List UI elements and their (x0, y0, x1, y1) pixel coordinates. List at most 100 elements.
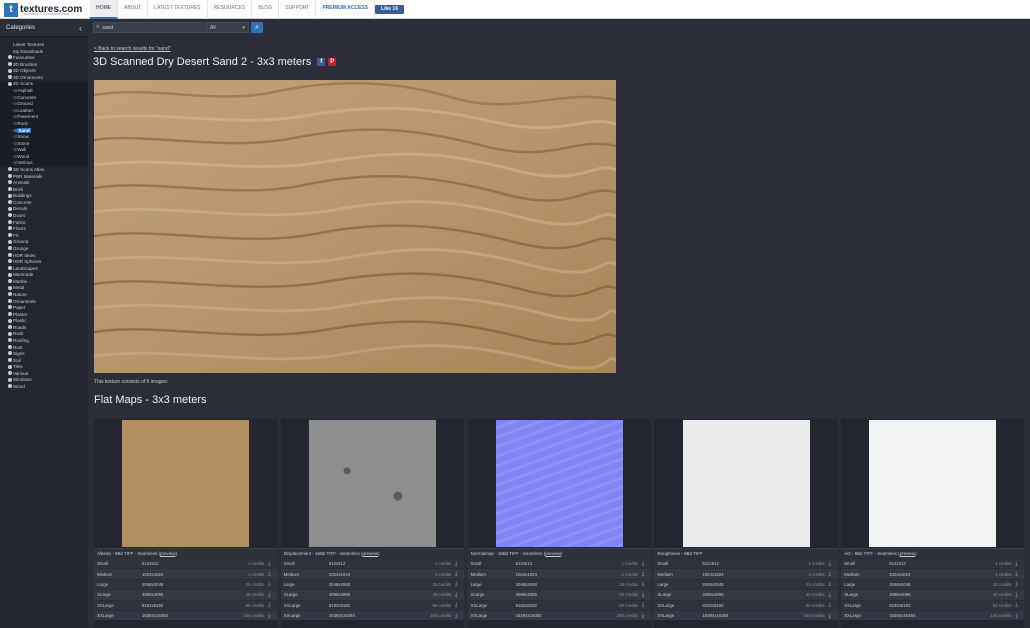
back-to-results-link[interactable]: < Back to search results for "sand" (94, 46, 171, 52)
sidebar-item-landscapes[interactable]: Landscapes (0, 266, 88, 273)
download-icon[interactable]: ⤓ (642, 581, 648, 587)
download-icon[interactable]: ⤓ (1015, 592, 1021, 598)
download-icon[interactable]: ⤓ (268, 561, 274, 567)
size-row[interactable]: Large 2048x2048 25 credits ⤓ (94, 578, 278, 590)
size-row[interactable]: XXLarge 8192x8192 80 credits ⤓ (94, 599, 278, 610)
sidebar-item-decals[interactable]: Decals (0, 206, 88, 213)
pinterest-share-icon[interactable]: P (328, 58, 337, 66)
site-logo[interactable]: t textures.com formerly CGTextures.com (4, 1, 82, 18)
size-row[interactable]: Medium 1024x1024 1 credits ⤓ (467, 568, 651, 579)
size-row[interactable]: XXLarge 16384x16384 160 credits ⤓ (280, 609, 465, 621)
sidebar-item-my-downloads[interactable]: My Downloads (0, 49, 88, 56)
preview-link[interactable]: preview (900, 551, 916, 556)
size-row[interactable]: XXLarge 8192x8192 80 credits ⤓ (280, 599, 465, 610)
nav-item-blog[interactable]: BLOG (252, 0, 280, 19)
download-icon[interactable]: ⤓ (1015, 602, 1021, 608)
size-row[interactable]: XXLarge 8192x8192 80 credits ⤓ (654, 599, 838, 610)
sidebar-item-soil[interactable]: Soil (0, 358, 88, 365)
size-row[interactable]: XXLarge 16384x16384 160 credits ⤓ (94, 609, 278, 621)
sidebar-item-wall[interactable]: -⊙Wall (0, 147, 88, 154)
download-icon[interactable]: ⤓ (829, 592, 835, 598)
download-icon[interactable]: ⤓ (642, 561, 648, 567)
sidebar-item-tiles[interactable]: Tiles (0, 364, 88, 371)
sidebar-item-concrete[interactable]: -⊙Concrete (0, 94, 88, 102)
sidebar-item-brick[interactable]: Brick (0, 187, 88, 194)
download-icon[interactable]: ⤓ (455, 561, 461, 567)
preview-link[interactable]: preview (363, 551, 379, 556)
size-row[interactable]: Small 512x512 1 credits ⤓ (654, 558, 838, 569)
sidebar-item-wood[interactable]: -⊙Wood (0, 153, 88, 161)
sidebar-item-favourites[interactable]: Favourites (0, 55, 88, 62)
size-row[interactable]: Small 512x512 1 credits ⤓ (94, 558, 278, 569)
sidebar-item-3d-objects[interactable]: 3D Objects (0, 68, 88, 75)
sidebar-item-fabric[interactable]: Fabric (0, 220, 88, 227)
size-row[interactable]: XLarge 4096x4096 40 credits ⤓ (280, 589, 465, 600)
preview-link[interactable]: preview (160, 551, 176, 556)
download-icon[interactable]: ⤓ (829, 571, 835, 577)
sidebar-item-floors[interactable]: Floors (0, 226, 88, 233)
size-row[interactable]: XXLarge 16384x16384 160 credits ⤓ (841, 609, 1025, 621)
sidebar-item-roofing[interactable]: Roofing (0, 338, 88, 345)
sidebar-item-3d-scans[interactable]: 3D Scans (0, 81, 88, 89)
sidebar-item-roads[interactable]: Roads (0, 325, 88, 332)
size-row[interactable]: XLarge 4096x4096 40 credits ⤓ (841, 589, 1025, 600)
nav-item-resources[interactable]: RESOURCES (208, 0, 253, 19)
sidebar-item-marble[interactable]: Marble (0, 279, 88, 286)
size-row[interactable]: Large 2048x2048 25 credits ⤓ (654, 578, 838, 590)
sidebar-item-hdr-skies[interactable]: HDR Skies (0, 253, 88, 260)
download-icon[interactable]: ⤓ (829, 561, 835, 567)
download-icon[interactable]: ⤓ (642, 592, 648, 598)
sidebar-item-3d-scans-atlas[interactable]: 3D Scans Atlas (0, 167, 88, 174)
download-icon[interactable]: ⤓ (268, 581, 274, 587)
download-icon[interactable]: ⤓ (268, 592, 274, 598)
size-row[interactable]: Medium 1024x1024 1 credits ⤓ (654, 568, 838, 579)
download-icon[interactable]: ⤓ (829, 602, 835, 608)
sidebar-item-fx[interactable]: FX (0, 233, 88, 240)
search-filter-select[interactable]: All ▾ (207, 22, 249, 33)
size-row[interactable]: Large 2048x2048 25 credits ⤓ (467, 578, 651, 590)
size-row[interactable]: Small 512x512 1 credits ⤓ (467, 558, 651, 569)
map-thumbnail[interactable] (682, 420, 810, 547)
download-icon[interactable]: ⤓ (268, 613, 274, 619)
size-row[interactable]: Large 2048x2048 25 credits ⤓ (841, 578, 1025, 590)
sidebar-item-asphalt[interactable]: -⊙Asphalt (0, 88, 88, 95)
sidebar-item-doors[interactable]: Doors (0, 213, 88, 220)
preview-link[interactable]: preview (545, 551, 561, 556)
sidebar-item-wood[interactable]: Wood (0, 384, 88, 391)
download-icon[interactable]: ⤓ (455, 602, 461, 608)
sidebar-item-leather[interactable]: -⊙Leather (0, 107, 88, 115)
size-row[interactable]: XXLarge 8192x8192 80 credits ⤓ (841, 599, 1025, 610)
download-icon[interactable]: ⤓ (642, 602, 648, 608)
download-icon[interactable]: ⤓ (642, 613, 648, 619)
download-icon[interactable]: ⤓ (642, 571, 648, 577)
download-icon[interactable]: ⤓ (829, 613, 835, 619)
sidebar-item-paper[interactable]: Paper (0, 305, 88, 312)
size-row[interactable]: XXLarge 16384x16384 160 credits ⤓ (654, 609, 838, 621)
nav-item-latest-textures[interactable]: LATEST TEXTURES (148, 0, 208, 19)
download-icon[interactable]: ⤓ (455, 571, 461, 577)
size-row[interactable]: XLarge 4096x4096 40 credits ⤓ (654, 589, 838, 600)
sidebar-item-windows[interactable]: Windows (0, 377, 88, 384)
size-row[interactable]: XXLarge 8192x8192 80 credits ⤓ (467, 599, 651, 610)
sidebar-item-ground[interactable]: -⊙Ground (0, 101, 88, 108)
sidebar-item-rock[interactable]: Rock (0, 331, 88, 338)
size-row[interactable]: Small 512x512 1 credits ⤓ (841, 558, 1025, 569)
download-icon[interactable]: ⤓ (455, 613, 461, 619)
download-icon[interactable]: ⤓ (1015, 561, 1021, 567)
sidebar-item-3d-ornaments[interactable]: 3D Ornaments (0, 75, 88, 82)
sidebar-item-concrete[interactable]: Concrete (0, 200, 88, 207)
size-row[interactable]: Medium 1024x1024 1 credits ⤓ (94, 568, 278, 579)
facebook-share-icon[interactable]: f (317, 58, 326, 66)
map-thumbnail[interactable] (122, 420, 250, 547)
sidebar-item-various[interactable]: Various (0, 371, 88, 378)
sidebar-item-plaster[interactable]: Plaster (0, 312, 88, 319)
map-thumbnail[interactable] (495, 420, 623, 547)
nav-item-about[interactable]: ABOUT (118, 0, 149, 19)
sidebar-item-pbr-materials[interactable]: PBR Materials (0, 174, 88, 181)
texture-preview-image[interactable] (94, 80, 616, 373)
size-row[interactable]: Large 2048x2048 25 credits ⤓ (280, 578, 465, 590)
download-icon[interactable]: ⤓ (829, 581, 835, 587)
sidebar-item-buildings[interactable]: Buildings (0, 193, 88, 200)
sidebar-item-rust[interactable]: Rust (0, 345, 88, 352)
sidebar-item-snow[interactable]: -⊙Snow (0, 134, 88, 141)
